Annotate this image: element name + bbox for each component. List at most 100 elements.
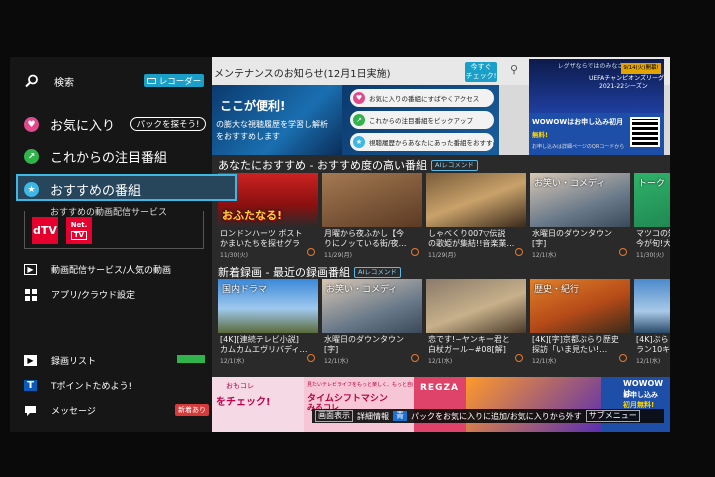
promo-features: ♥ お気に入りの番組にすばやくアクセス ↗ これからの注目番組をピックアップ ★ 視聴…: [342, 85, 499, 155]
uefa-wowow1: WOWOWはお申し込み初月: [532, 118, 624, 126]
promo-sub2: をおすすめします: [216, 132, 280, 141]
menu-item-search[interactable]: 検索: [24, 73, 74, 89]
heart-icon: ♥: [353, 92, 365, 104]
star-icon: ★: [353, 136, 365, 148]
promo-left: ここが便利! の膨大な視聴履歴を学習し解析 をおすすめします: [212, 85, 342, 155]
program-title-line2: 探訪「いま見たい!…: [532, 345, 608, 354]
uefa-wowow2: 無料!: [532, 131, 548, 139]
recommended-section-title: あなたにおすすめ - おすすめ度の高い番組: [218, 159, 427, 172]
uefa-small: お申し込みは詳細ページのQRコードから: [532, 144, 625, 150]
omocore-ad[interactable]: おもコレ をチェック!: [212, 377, 304, 432]
check-now-line2: チェック!: [465, 72, 497, 80]
remote-hint-bar: 画面表示 詳細情報 青 パックをお気に入りに追加/お気に入りから外す サブメニュ…: [312, 409, 664, 423]
program-title-line2: [字]: [324, 345, 339, 354]
menu-item-upcoming[interactable]: ↗ これからの注目番組: [24, 147, 167, 166]
recent-card[interactable]: [4K]ぶら ラン10キ 12/1(水): [634, 279, 670, 365]
hint-detail-info: 詳細情報: [357, 411, 389, 421]
recent-card[interactable]: お笑い・コメディ 水曜日のダウンタウン [字] 12/1(水): [322, 279, 422, 365]
recent-card[interactable]: 恋です!~ヤンキー君と 白杖ガール~#08[解] 12/1(水): [426, 279, 526, 365]
recording-clock-icon: [307, 354, 315, 362]
program-title-line1: 水曜日のダウンタウン: [532, 229, 612, 238]
program-thumbnail: [322, 173, 422, 227]
menu-item-recommended[interactable]: ★ おすすめの番組: [16, 174, 237, 201]
recording-clock-icon: [515, 354, 523, 362]
main-panel: メンテナンスのお知らせ(12月1日実施) 今すぐ チェック! ⚲ ここが便利! …: [212, 57, 670, 432]
genre-tag: トーク: [638, 179, 666, 189]
recorder-icon: [146, 77, 156, 84]
check-now-line1: 今すぐ: [470, 63, 492, 71]
recommended-card[interactable]: トークマツコの知今が旬!大 11/30(火): [634, 173, 670, 259]
feature-pill-upcoming-label: これからの注目番組をピックアップ: [369, 117, 473, 125]
program-thumbnail: [426, 279, 526, 333]
recommended-section-header: あなたにおすすめ - おすすめ度の高い番組 AIレコメンド: [218, 157, 478, 173]
recording-clock-icon: [411, 248, 419, 256]
uefa-ad-top: レグザならではのみなさまへ 9/14(火)開幕! UEFAチャンピオンズリーグ …: [529, 59, 664, 113]
check-now-button[interactable]: 今すぐ チェック!: [465, 62, 497, 82]
search-label: 検索: [54, 77, 74, 89]
uefa-ad[interactable]: レグザならではのみなさまへ 9/14(火)開幕! UEFAチャンピオンズリーグ …: [529, 59, 664, 155]
thumbnail-caption: おふたなる!: [222, 209, 283, 222]
program-date: 11/30(火): [220, 252, 248, 259]
regza-ad[interactable]: REGZA: [414, 377, 466, 432]
program-title-line2: [字]: [532, 239, 547, 248]
genre-tag: 歴史・紀行: [534, 285, 580, 295]
side-menu: 検索 レコーダー ♥ お気に入り パックを探そう! ↗ これからの注目番組: [10, 57, 212, 432]
feature-pill-favorites: ♥ お気に入りの番組にすばやくアクセス: [350, 89, 494, 107]
program-title-line1: [4K]ぶら: [636, 335, 669, 344]
recommended-label: おすすめの番組: [50, 184, 142, 199]
program-title-line2: 今が旬!大: [636, 239, 670, 248]
trend-up-icon: ↗: [353, 114, 365, 126]
recording-clock-icon: [619, 248, 627, 256]
trend-up-icon: ↗: [24, 149, 39, 164]
program-date: 12/1(水): [220, 358, 245, 365]
tv-screen: 検索 レコーダー ♥ お気に入り パックを探そう! ↗ これからの注目番組 ★ …: [10, 57, 670, 432]
program-title-line1: [4K][連続テレビ小説]: [220, 335, 299, 344]
recent-section-title: 新着録画 - 最近の録画番組: [218, 266, 350, 279]
program-title-line1: しゃべくり007▽伝説: [428, 229, 506, 238]
program-date: 12/1(水): [428, 358, 453, 365]
recommended-card[interactable]: お笑い・コメディ 水曜日のダウンタウン [字] 12/1(水): [530, 173, 630, 259]
program-title-line2: 白杖ガール~#08[解]: [428, 345, 506, 354]
recording-clock-icon: [411, 354, 419, 362]
program-thumbnail: [634, 279, 670, 333]
antenna-icon: ⚲: [510, 63, 519, 76]
regza-logo: REGZA: [420, 383, 459, 393]
uefa-bottom-ad[interactable]: [466, 377, 601, 432]
promo-headline: ここが便利!: [220, 99, 286, 113]
program-thumbnail: [426, 173, 526, 227]
recording-clock-icon: [307, 248, 315, 256]
tv-frame: 検索 レコーダー ♥ お気に入り パックを探そう! ↗ これからの注目番組 ★ …: [0, 0, 715, 477]
recent-card[interactable]: 国内ドラマ [4K][連続テレビ小説] カムカムエヴリバディ… 12/1(水): [218, 279, 318, 365]
recent-card[interactable]: 歴史・紀行 [4K][字]京都ぶらり歴史 探訪「いま見たい!… 12/1(水): [530, 279, 630, 365]
genre-tag: お笑い・コメディ: [326, 285, 398, 295]
ad2-line1: 見たいテレビライフをもっと楽しく、もっと自由に: [307, 382, 413, 388]
program-title-line1: 恋です!~ヤンキー君と: [428, 335, 510, 344]
program-title-line2: カムカムエヴリバディ…: [220, 345, 308, 354]
genre-tag: 国内ドラマ: [222, 285, 268, 295]
program-date: 12/1(水): [532, 252, 557, 259]
recording-clock-icon: [515, 248, 523, 256]
hint-blue-key: 青: [393, 411, 407, 421]
upcoming-label: これからの注目番組: [50, 151, 168, 166]
promo-sub1: の膨大な視聴履歴を学習し解析: [216, 120, 328, 129]
recommended-card[interactable]: 月曜から夜ふかし【今 りにノッている街/夜… 11/29(月): [322, 173, 422, 259]
feature-pill-recommend: ★ 視聴履歴からあなたにあった番組をおすすめ: [350, 133, 494, 151]
program-title-line1: 月曜から夜ふかし【今: [324, 229, 404, 238]
star-icon: ★: [24, 182, 39, 197]
genre-tag: お笑い・コメディ: [534, 179, 606, 189]
uefa-title2: 2021-22シーズン: [599, 83, 648, 90]
pack-search-button[interactable]: パックを探そう!: [130, 117, 206, 131]
program-date: 11/30(火): [636, 252, 664, 259]
program-title-line1: [4K][字]京都ぶらり歴史: [532, 335, 619, 344]
wowow-ad[interactable]: WOWOWは お申し込み 初月無料!: [601, 377, 670, 432]
recorder-button[interactable]: レコーダー: [144, 74, 204, 87]
recommended-card[interactable]: しゃべくり007▽伝説 の歌姫が集結!!音楽業… 11/29(月): [426, 173, 526, 259]
hint-submenu: サブメニュー: [585, 410, 640, 422]
ad1-line2: をチェック!: [216, 397, 271, 408]
uefa-ad-bottom: WOWOWはお申し込み初月 無料! お申し込みは詳細ページのQRコードから: [529, 113, 664, 155]
program-date: 12/1(水): [532, 358, 557, 365]
feature-pill-recommend-label: 視聴履歴からあなたにあった番組をおすすめ: [369, 139, 494, 147]
recent-section-header: 新着録画 - 最近の録画番組 AIレコメンド: [218, 264, 401, 280]
timeshift-ad[interactable]: 見たいテレビライフをもっと楽しく、もっと自由に タイムシフトマシン みるコレ: [304, 377, 414, 432]
menu-item-favorites[interactable]: ♥ お気に入り: [24, 115, 115, 134]
